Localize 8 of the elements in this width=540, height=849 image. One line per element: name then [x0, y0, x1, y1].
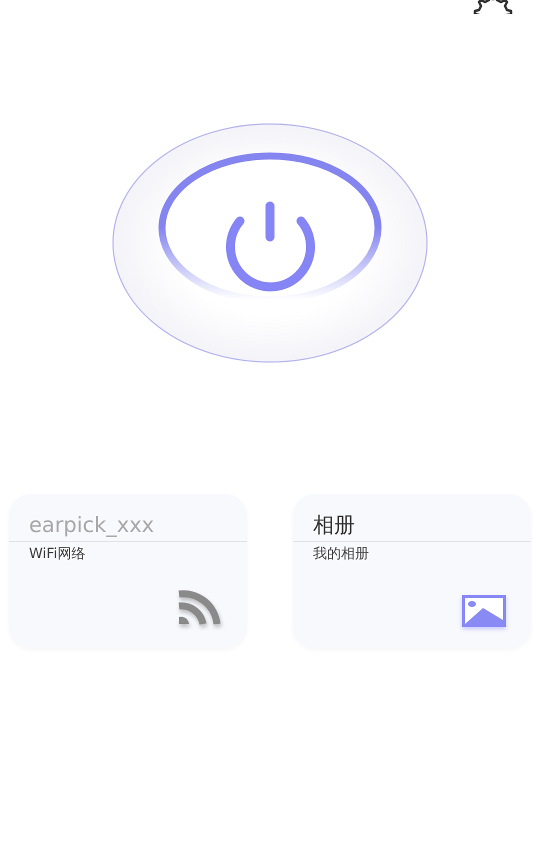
card-subtitle: WiFi网络 [28, 545, 86, 564]
settings-icon[interactable] [473, 0, 513, 14]
card-subtitle: 我的相册 [312, 545, 370, 564]
card-title: 相册 [312, 512, 356, 538]
card[interactable]: 相册 我的相册 [293, 494, 531, 648]
network-name: earpick_xxx [28, 512, 156, 538]
card[interactable]: earpick_xxx WiFi网络 [9, 494, 247, 648]
image-icon [461, 594, 507, 628]
